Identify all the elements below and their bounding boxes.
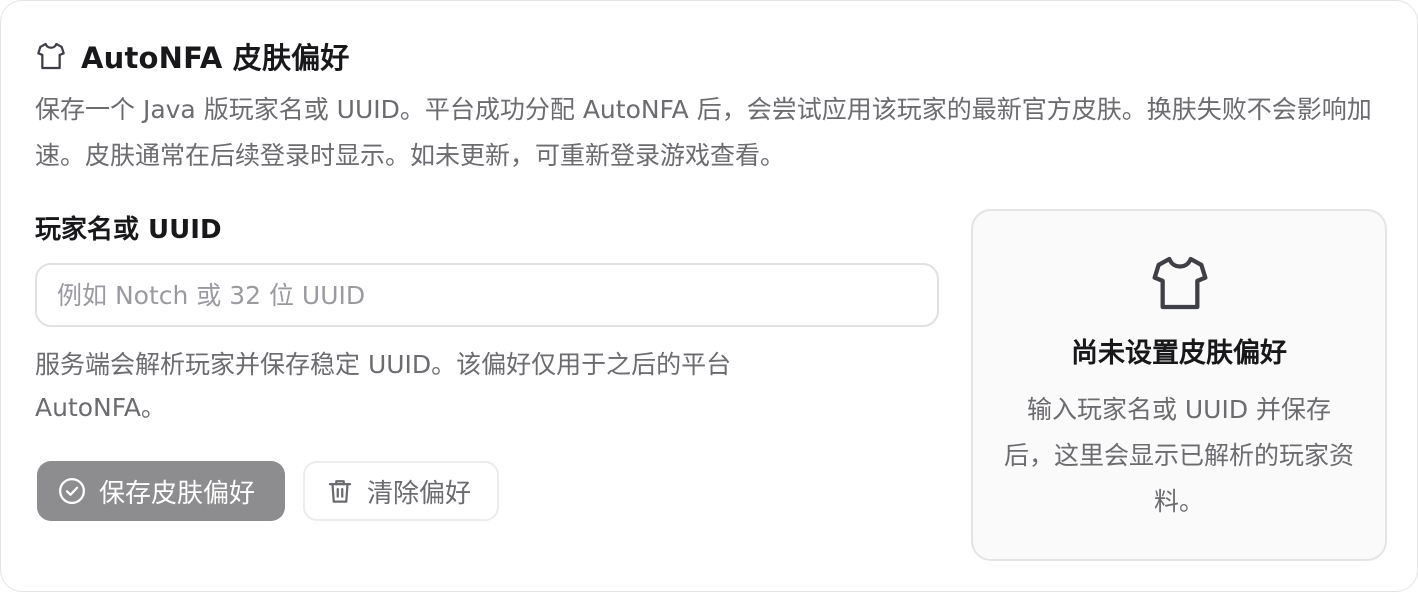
trash-icon (328, 480, 352, 503)
skin-preference-card: AutoNFA 皮肤偏好 保存一个 Java 版玩家名或 UUID。平台成功分配… (0, 0, 1418, 592)
shirt-icon (37, 42, 65, 70)
card-title: AutoNFA 皮肤偏好 (81, 41, 350, 75)
player-input[interactable] (37, 265, 937, 325)
save-skin-preference-button[interactable]: 保存皮肤偏好 (37, 461, 285, 521)
shirt-icon (1152, 256, 1208, 310)
preview-empty-title: 尚未设置皮肤偏好 (1071, 338, 1287, 369)
player-field-hint: 服务端会解析玩家并保存稳定 UUID。该偏好仅用于之后的平台 AutoNFA。 (35, 350, 732, 422)
card-description: 保存一个 Java 版玩家名或 UUID。平台成功分配 AutoNFA 后，会尝… (35, 95, 1372, 170)
preview-empty-description: 输入玩家名或 UUID 并保存后，这里会显示已解析的玩家资料。 (1003, 395, 1354, 516)
save-button-label: 保存皮肤偏好 (99, 477, 256, 508)
skin-preview-panel: 尚未设置皮肤偏好 输入玩家名或 UUID 并保存后，这里会显示已解析的玩家资料。 (971, 209, 1387, 561)
card-header: AutoNFA 皮肤偏好 (35, 35, 350, 77)
player-input-wrapper (35, 263, 939, 327)
clear-preference-button[interactable]: 清除偏好 (303, 461, 499, 521)
player-field-label: 玩家名或 UUID (35, 215, 222, 245)
check-circle-icon (59, 478, 85, 504)
clear-button-label: 清除偏好 (367, 477, 472, 508)
